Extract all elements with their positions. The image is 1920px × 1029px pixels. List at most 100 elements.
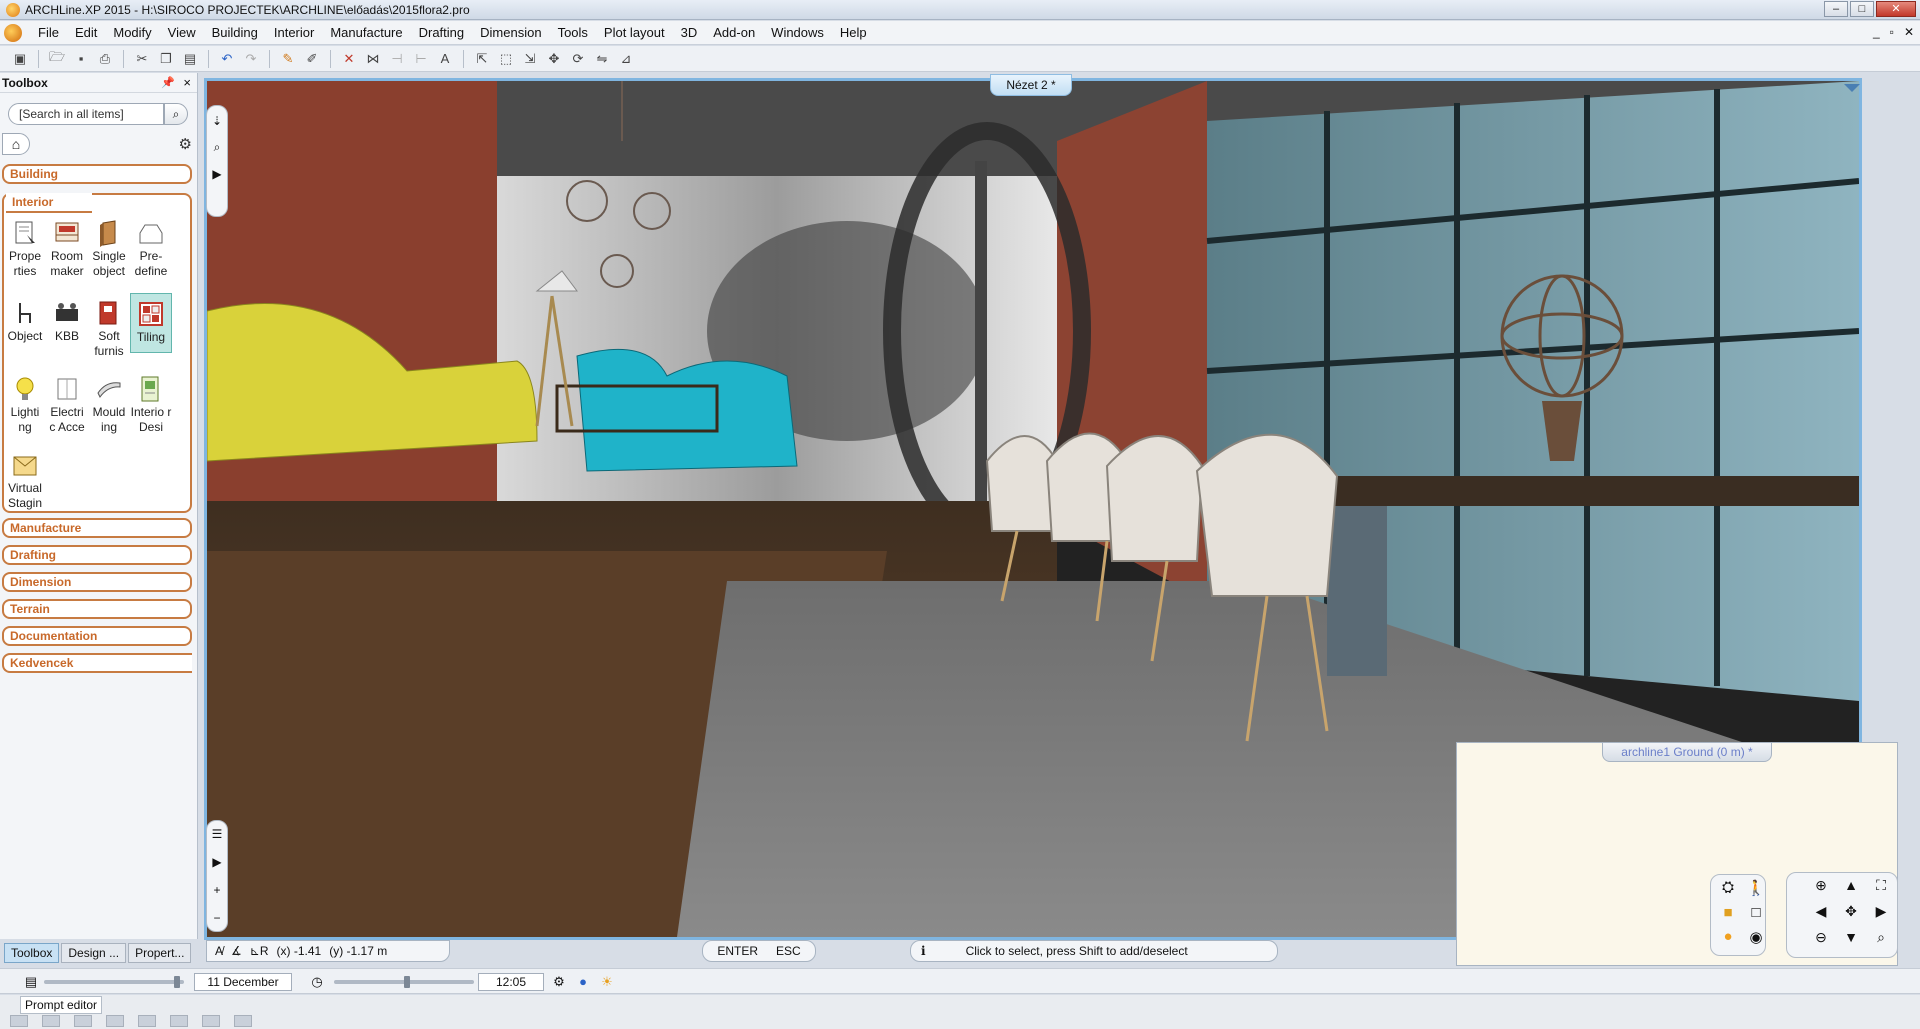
tool-properties[interactable]: Prope rties: [4, 219, 46, 279]
menu-add-on[interactable]: Add-on: [705, 21, 763, 45]
menu-interior[interactable]: Interior: [266, 21, 322, 45]
shadow-settings-icon[interactable]: ⚙: [550, 973, 568, 991]
mirror-icon[interactable]: ⇋: [592, 49, 612, 69]
paste-icon[interactable]: ▤: [180, 49, 200, 69]
new-file-icon[interactable]: ▣: [10, 49, 30, 69]
category-kedvencek[interactable]: Kedvencek: [2, 653, 192, 673]
menu-view[interactable]: View: [160, 21, 204, 45]
zoom-in-icon[interactable]: ⊕: [1807, 877, 1835, 901]
menu-tools[interactable]: Tools: [550, 21, 596, 45]
play-right-icon[interactable]: ▶: [212, 167, 221, 181]
home-icon[interactable]: ⌂: [2, 133, 30, 155]
prompt-editor-tab[interactable]: Prompt editor: [20, 996, 103, 1014]
taskbar-item[interactable]: [138, 1015, 156, 1027]
search-input[interactable]: [Search in all items]: [8, 103, 164, 125]
menu-3d[interactable]: 3D: [673, 21, 706, 45]
tool-soft-furnishing[interactable]: Soft furnis: [88, 299, 130, 359]
taskbar-item[interactable]: [234, 1015, 252, 1027]
pan-icon[interactable]: ✥: [1837, 903, 1865, 927]
menu-plot-layout[interactable]: Plot layout: [596, 21, 673, 45]
align-right-icon[interactable]: ⊢: [411, 49, 431, 69]
date-slider-thumb[interactable]: [174, 976, 180, 988]
category-manufacture[interactable]: Manufacture: [2, 518, 192, 538]
category-drafting[interactable]: Drafting: [2, 545, 192, 565]
list-icon[interactable]: ☰: [212, 827, 223, 841]
delete-icon[interactable]: ✕: [339, 49, 359, 69]
menu-dimension[interactable]: Dimension: [472, 21, 549, 45]
relative-icon[interactable]: ⊾R: [250, 944, 269, 958]
walk-icon[interactable]: 🚶: [1743, 879, 1769, 902]
text-style-icon[interactable]: A: [435, 49, 455, 69]
camera-icon[interactable]: ⛭: [1715, 879, 1741, 902]
tool-single-object[interactable]: Single object: [88, 219, 130, 279]
zoom-out-icon[interactable]: ⊖: [1807, 929, 1835, 953]
date-slider[interactable]: [44, 976, 184, 988]
menu-help[interactable]: Help: [832, 21, 875, 45]
measure-icon[interactable]: ⊿: [616, 49, 636, 69]
menu-file[interactable]: File: [30, 21, 67, 45]
arrow-left-icon[interactable]: ◀: [1807, 903, 1835, 927]
arrow-down-icon[interactable]: ▼: [1837, 929, 1865, 953]
snap-icon[interactable]: A̸: [215, 944, 223, 958]
menu-building[interactable]: Building: [204, 21, 266, 45]
tool-lighting[interactable]: Lighti ng: [4, 375, 46, 435]
zoom-window-icon[interactable]: ⌕: [1867, 929, 1895, 953]
align-left-icon[interactable]: ⊣: [387, 49, 407, 69]
category-dimension[interactable]: Dimension: [2, 572, 192, 592]
save-icon[interactable]: ▪: [71, 49, 91, 69]
app-menu-icon[interactable]: [4, 23, 22, 42]
minimize-button[interactable]: –: [1824, 1, 1848, 17]
tool-tiling[interactable]: Tiling: [130, 293, 172, 353]
taskbar-item[interactable]: [74, 1015, 92, 1027]
pen-icon[interactable]: ✐: [302, 49, 322, 69]
doc-close-button[interactable]: ✕: [1904, 25, 1914, 39]
eye-icon[interactable]: ◉: [1743, 928, 1769, 951]
menu-edit[interactable]: Edit: [67, 21, 105, 45]
enter-button[interactable]: ENTER: [717, 944, 758, 958]
menu-modify[interactable]: Modify: [105, 21, 159, 45]
tool-electric[interactable]: Electri c Acce: [46, 375, 88, 435]
pan-down-icon[interactable]: ⇣: [212, 114, 222, 128]
date-field[interactable]: 11 December: [194, 973, 292, 991]
taskbar-item[interactable]: [202, 1015, 220, 1027]
gear-icon[interactable]: ⚙: [179, 135, 192, 153]
tab-properties[interactable]: Propert...: [128, 943, 192, 963]
view-menu-arrow-icon[interactable]: [1844, 84, 1860, 92]
close-button[interactable]: ✕: [1876, 1, 1916, 17]
tool-predefine[interactable]: Pre-define: [130, 219, 172, 279]
arrow-up-icon[interactable]: ▲: [1837, 877, 1865, 901]
undo-icon[interactable]: ↶: [217, 49, 237, 69]
move-icon[interactable]: ✥: [544, 49, 564, 69]
tool-object[interactable]: Object: [4, 299, 46, 344]
fit-view-icon[interactable]: ⛶: [1867, 877, 1895, 901]
taskbar-item[interactable]: [10, 1015, 28, 1027]
taskbar-item[interactable]: [170, 1015, 188, 1027]
select-icon[interactable]: ⇱: [472, 49, 492, 69]
pin-icon[interactable]: 📌: [161, 76, 175, 89]
menu-drafting[interactable]: Drafting: [411, 21, 473, 45]
arrow-right-icon[interactable]: ▶: [1867, 903, 1895, 927]
time-slider[interactable]: [334, 976, 474, 988]
time-field[interactable]: 12:05: [478, 973, 544, 991]
tool-interior-design[interactable]: Interio r Desi: [130, 375, 172, 435]
copy-icon[interactable]: ❐: [156, 49, 176, 69]
menu-manufacture[interactable]: Manufacture: [322, 21, 410, 45]
search-icon[interactable]: ⌕: [164, 103, 188, 125]
tab-design-center[interactable]: Design ...: [61, 943, 127, 963]
category-interior[interactable]: Interior: [6, 193, 92, 213]
category-documentation[interactable]: Documentation: [2, 626, 192, 646]
maximize-button[interactable]: □: [1850, 1, 1874, 17]
esc-button[interactable]: ESC: [776, 944, 801, 958]
category-building[interactable]: Building: [2, 164, 192, 184]
cube-wire-icon[interactable]: □: [1743, 904, 1769, 926]
category-terrain[interactable]: Terrain: [2, 599, 192, 619]
open-folder-icon[interactable]: 🗁: [47, 49, 67, 69]
cube-solid-icon[interactable]: ■: [1715, 904, 1741, 926]
rotate-icon[interactable]: ⟳: [568, 49, 588, 69]
clock-icon[interactable]: ◷: [308, 973, 326, 991]
globe-icon[interactable]: ●: [574, 973, 592, 991]
close-icon[interactable]: ×: [183, 75, 191, 90]
taskbar-item[interactable]: [106, 1015, 124, 1027]
stretch-icon[interactable]: ⇲: [520, 49, 540, 69]
plan-view-tab[interactable]: archline1 Ground (0 m) *: [1602, 742, 1772, 762]
